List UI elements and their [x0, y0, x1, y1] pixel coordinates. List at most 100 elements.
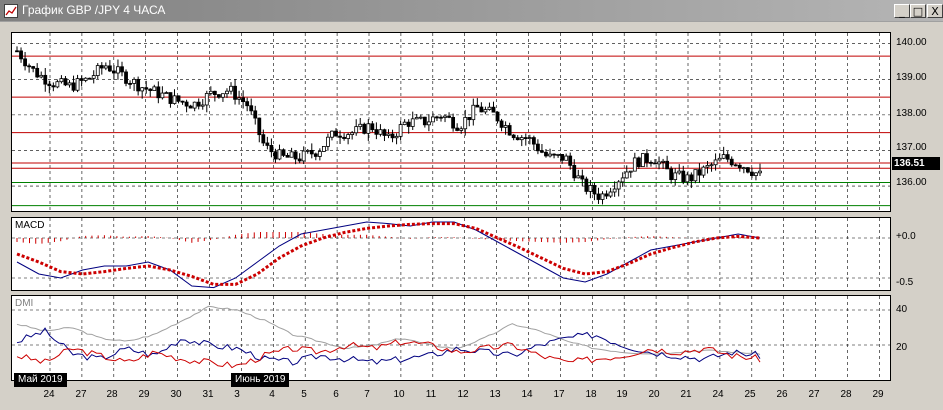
maximize-button[interactable]: □	[910, 4, 926, 18]
candle-body	[112, 70, 116, 74]
candle-body	[301, 150, 306, 162]
candle-body	[592, 185, 597, 195]
candle-body	[59, 78, 64, 83]
day-tick: 28	[106, 389, 118, 400]
day-tick: 30	[170, 389, 182, 400]
candle-body	[124, 71, 128, 84]
macd-label: MACD	[15, 220, 45, 231]
day-tick: 17	[553, 389, 565, 400]
candle-body	[632, 157, 637, 172]
day-tick: 5	[301, 389, 307, 400]
candle-body	[334, 130, 338, 137]
candle-body	[661, 160, 665, 163]
dmi-label: DMI	[15, 298, 34, 309]
candle-body	[148, 88, 153, 91]
candle-body	[439, 116, 443, 119]
candle-body	[612, 188, 617, 193]
candle-body	[471, 104, 476, 121]
candle-body	[511, 134, 516, 139]
candle-body	[289, 151, 294, 158]
day-tick: 10	[393, 389, 405, 400]
candle-body	[176, 95, 181, 102]
candle-body	[140, 87, 145, 92]
candle-body	[455, 127, 460, 131]
candle-body	[600, 193, 605, 200]
candle-body	[717, 157, 722, 161]
candle-body	[136, 78, 141, 92]
candle-body	[95, 65, 100, 76]
candle-body	[653, 162, 657, 165]
day-tick: 14	[521, 389, 533, 400]
day-tick: 12	[457, 389, 469, 400]
candle-body	[346, 134, 351, 139]
dmi-chart	[12, 296, 890, 380]
candle-body	[435, 116, 439, 119]
candle-body	[265, 142, 270, 146]
candle-body	[71, 82, 76, 91]
candle-body	[624, 171, 629, 179]
candle-body	[754, 172, 758, 176]
candle-body	[229, 85, 233, 92]
candle-body	[253, 110, 258, 119]
candle-body	[164, 92, 169, 94]
candle-body	[237, 97, 241, 100]
candle-body	[382, 129, 387, 136]
price-tick: 140.00	[896, 37, 927, 48]
candle-body	[544, 151, 548, 157]
candle-body	[233, 85, 237, 100]
candle-body	[422, 116, 427, 126]
day-tick: 7	[364, 389, 370, 400]
candle-body	[689, 174, 694, 182]
candle-body	[584, 178, 589, 192]
candle-body	[447, 115, 451, 118]
candle-body	[503, 125, 508, 128]
candle-body	[443, 115, 447, 118]
candle-body	[184, 101, 189, 107]
candle-body	[350, 132, 355, 136]
candle-body	[483, 109, 488, 113]
candle-body	[721, 154, 726, 159]
candle-body	[362, 123, 367, 134]
price-chart-pane[interactable]	[11, 32, 891, 212]
day-tick: 24	[43, 389, 55, 400]
candle-body	[507, 125, 512, 136]
candle-body	[475, 104, 480, 108]
candle-body	[23, 58, 27, 67]
title-bar[interactable]: График GBP /JPY 4 ЧАСА _ □ X	[0, 0, 943, 22]
candle-body	[673, 172, 678, 181]
candle-body	[269, 145, 274, 153]
candle-body	[394, 135, 399, 139]
candle-body	[107, 65, 112, 72]
candle-body	[665, 160, 670, 170]
minimize-button[interactable]: _	[894, 4, 910, 18]
close-icon: X	[931, 4, 939, 18]
candle-body	[645, 153, 649, 163]
candle-body	[604, 193, 609, 197]
day-tick: 20	[648, 389, 660, 400]
candle-body	[418, 116, 423, 119]
day-tick: 11	[425, 389, 437, 400]
candle-body	[342, 136, 346, 139]
candle-body	[523, 137, 528, 139]
day-tick: 29	[138, 389, 150, 400]
candle-body	[87, 77, 92, 80]
candle-body	[204, 93, 209, 106]
candle-body	[463, 117, 468, 130]
dmi-pane[interactable]: DMI	[11, 295, 891, 381]
close-button[interactable]: X	[927, 4, 943, 18]
candle-body	[640, 153, 645, 168]
candle-body	[212, 90, 217, 96]
candle-body	[366, 123, 371, 134]
candle-body	[91, 75, 96, 79]
candle-body	[479, 106, 484, 113]
candle-body	[249, 105, 254, 112]
candle-body	[402, 121, 407, 125]
candle-body	[63, 78, 68, 86]
candle-body	[160, 92, 165, 99]
candle-body	[758, 170, 762, 174]
macd-pane[interactable]: MACD	[11, 217, 891, 291]
candle-body	[390, 133, 395, 139]
candle-body	[180, 100, 185, 103]
day-tick: 4	[269, 389, 275, 400]
day-tick: 13	[489, 389, 501, 400]
